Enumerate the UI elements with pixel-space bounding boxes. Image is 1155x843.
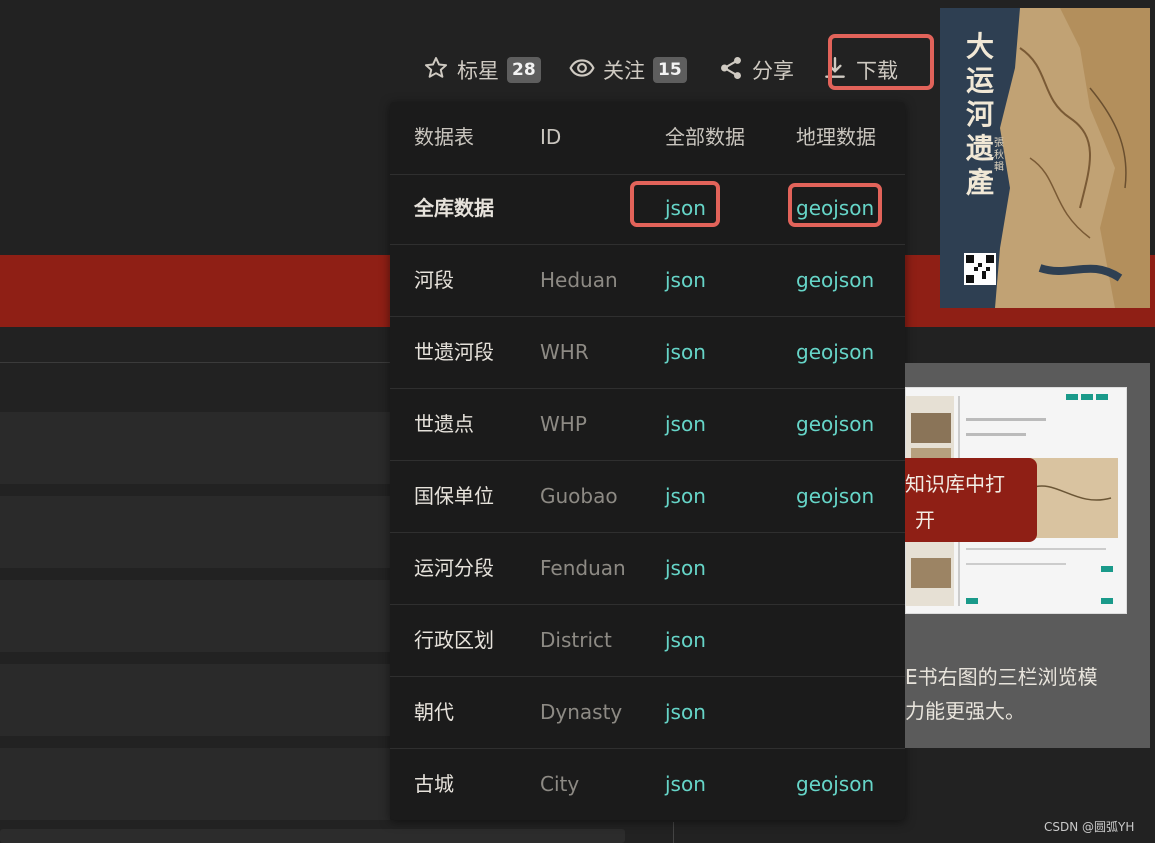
row-id: District (540, 628, 612, 652)
panel-description: E书右图的三栏浏览模 力能更强大。 (905, 665, 1098, 723)
table-row: 朝代 Dynasty json (390, 676, 905, 749)
open-in-knowledge-base-button[interactable]: 知识库中打 开 (905, 458, 1037, 542)
watch-label: 关注 (603, 59, 645, 83)
row-name: 世遗点 (414, 412, 474, 436)
row-name: 运河分段 (414, 556, 494, 580)
list-block (0, 496, 390, 568)
highlight-geojson (788, 183, 882, 227)
star-label: 标星 (457, 59, 499, 83)
highlight-json (630, 181, 720, 227)
divider (673, 822, 674, 843)
star-icon (423, 55, 449, 86)
table-row: 世遗河段 WHR json geojson (390, 316, 905, 389)
share-label: 分享 (752, 59, 794, 83)
share-button[interactable]: 分享 (718, 54, 794, 86)
book-cover[interactable]: 大 运 河 遗 產 張秋輯 (940, 8, 1150, 308)
geojson-link[interactable]: geojson (796, 388, 874, 460)
star-button[interactable]: 标星 28 (423, 54, 541, 86)
watermark: CSDN @圆弧YH (1044, 820, 1135, 834)
bottom-scroll-bar (0, 829, 625, 843)
header-table: 数据表 (414, 125, 474, 149)
geojson-link[interactable]: geojson (796, 460, 874, 532)
highlight-download (828, 34, 934, 90)
watch-count-badge: 15 (653, 57, 687, 83)
list-block (0, 412, 390, 484)
json-link[interactable]: json (665, 532, 706, 604)
list-block (0, 748, 390, 820)
json-link[interactable]: json (665, 244, 706, 316)
row-name: 全库数据 (414, 196, 494, 220)
json-link[interactable]: json (665, 460, 706, 532)
table-row: 世遗点 WHP json geojson (390, 388, 905, 461)
geojson-link[interactable]: geojson (796, 316, 874, 388)
header-all-data: 全部数据 (665, 125, 745, 149)
row-id: City (540, 772, 580, 796)
geojson-link[interactable]: geojson (796, 244, 874, 316)
eye-icon (569, 55, 595, 86)
share-icon (718, 55, 744, 86)
list-block (0, 664, 390, 736)
row-name: 朝代 (414, 700, 454, 724)
qr-code-icon (964, 253, 996, 285)
row-name: 世遗河段 (414, 340, 494, 364)
header-id: ID (540, 125, 562, 149)
table-row: 运河分段 Fenduan json (390, 532, 905, 605)
row-id: Heduan (540, 268, 618, 292)
row-id: WHR (540, 340, 589, 364)
row-name: 古城 (414, 772, 454, 796)
row-id: Guobao (540, 484, 618, 508)
json-link[interactable]: json (665, 604, 706, 676)
json-link[interactable]: json (665, 388, 706, 460)
table-row: 行政区划 District json (390, 604, 905, 677)
geojson-link[interactable]: geojson (796, 748, 874, 820)
table-row: 古城 City json geojson (390, 748, 905, 820)
row-id: Fenduan (540, 556, 626, 580)
table-row: 国保单位 Guobao json geojson (390, 460, 905, 533)
row-id: WHP (540, 412, 587, 436)
row-name: 行政区划 (414, 628, 494, 652)
watch-button[interactable]: 关注 15 (569, 54, 687, 86)
header-geo-data: 地理数据 (796, 125, 876, 149)
json-link[interactable]: json (665, 748, 706, 820)
row-name: 国保单位 (414, 484, 494, 508)
row-id: Dynasty (540, 700, 623, 724)
json-link[interactable]: json (665, 676, 706, 748)
list-block (0, 580, 390, 652)
cover-title: 大 运 河 遗 產 (965, 30, 994, 199)
json-link[interactable]: json (665, 316, 706, 388)
table-header: 数据表 ID 全部数据 地理数据 (390, 102, 905, 175)
star-count-badge: 28 (507, 57, 541, 83)
cover-subtitle: 張秋輯 (994, 138, 1004, 173)
row-name: 河段 (414, 268, 454, 292)
table-row: 河段 Heduan json geojson (390, 244, 905, 317)
divider (0, 362, 390, 363)
